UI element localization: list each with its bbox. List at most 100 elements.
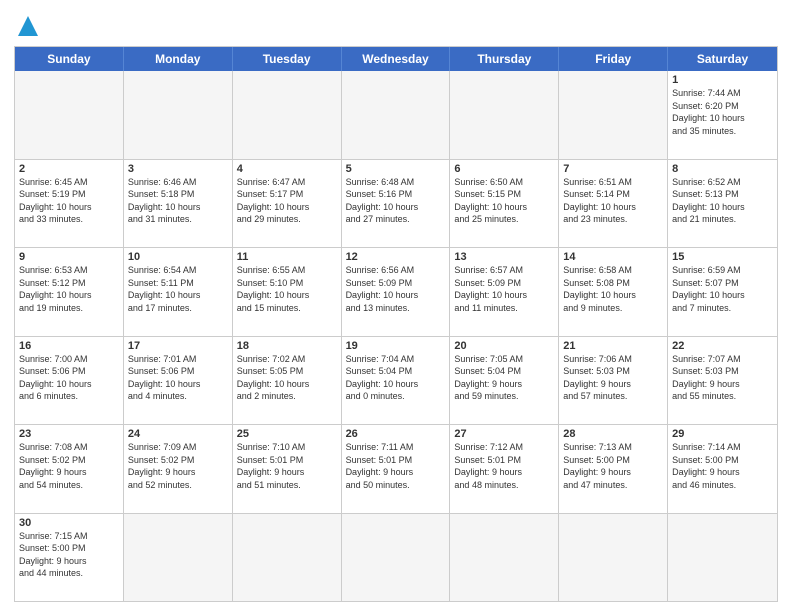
cell-info: Sunrise: 7:14 AM Sunset: 5:00 PM Dayligh…	[672, 441, 773, 491]
day-number: 30	[19, 517, 119, 529]
day-number: 4	[237, 163, 337, 175]
calendar-cell: 8Sunrise: 6:52 AM Sunset: 5:13 PM Daylig…	[668, 160, 777, 248]
cell-info: Sunrise: 6:53 AM Sunset: 5:12 PM Dayligh…	[19, 264, 119, 314]
day-number: 25	[237, 428, 337, 440]
day-number: 12	[346, 251, 446, 263]
cell-info: Sunrise: 7:08 AM Sunset: 5:02 PM Dayligh…	[19, 441, 119, 491]
day-number: 8	[672, 163, 773, 175]
day-number: 18	[237, 340, 337, 352]
calendar-cell: 7Sunrise: 6:51 AM Sunset: 5:14 PM Daylig…	[559, 160, 668, 248]
day-number: 14	[563, 251, 663, 263]
day-header-friday: Friday	[559, 47, 668, 71]
calendar-cell: 17Sunrise: 7:01 AM Sunset: 5:06 PM Dayli…	[124, 337, 233, 425]
cell-info: Sunrise: 7:04 AM Sunset: 5:04 PM Dayligh…	[346, 353, 446, 403]
cell-info: Sunrise: 7:44 AM Sunset: 6:20 PM Dayligh…	[672, 87, 773, 137]
calendar-cell: 18Sunrise: 7:02 AM Sunset: 5:05 PM Dayli…	[233, 337, 342, 425]
calendar-cell	[450, 514, 559, 602]
calendar-row: 16Sunrise: 7:00 AM Sunset: 5:06 PM Dayli…	[15, 337, 777, 426]
cell-info: Sunrise: 7:06 AM Sunset: 5:03 PM Dayligh…	[563, 353, 663, 403]
calendar-cell	[124, 514, 233, 602]
cell-info: Sunrise: 7:15 AM Sunset: 5:00 PM Dayligh…	[19, 530, 119, 580]
day-number: 16	[19, 340, 119, 352]
calendar-cell: 30Sunrise: 7:15 AM Sunset: 5:00 PM Dayli…	[15, 514, 124, 602]
cell-info: Sunrise: 6:47 AM Sunset: 5:17 PM Dayligh…	[237, 176, 337, 226]
day-number: 23	[19, 428, 119, 440]
calendar-cell	[124, 71, 233, 159]
calendar-cell: 27Sunrise: 7:12 AM Sunset: 5:01 PM Dayli…	[450, 425, 559, 513]
page: SundayMondayTuesdayWednesdayThursdayFrid…	[0, 0, 792, 612]
cell-info: Sunrise: 6:54 AM Sunset: 5:11 PM Dayligh…	[128, 264, 228, 314]
day-number: 28	[563, 428, 663, 440]
day-number: 24	[128, 428, 228, 440]
day-number: 5	[346, 163, 446, 175]
cell-info: Sunrise: 6:48 AM Sunset: 5:16 PM Dayligh…	[346, 176, 446, 226]
calendar-row: 2Sunrise: 6:45 AM Sunset: 5:19 PM Daylig…	[15, 160, 777, 249]
calendar-cell: 29Sunrise: 7:14 AM Sunset: 5:00 PM Dayli…	[668, 425, 777, 513]
day-header-sunday: Sunday	[15, 47, 124, 71]
cell-info: Sunrise: 6:51 AM Sunset: 5:14 PM Dayligh…	[563, 176, 663, 226]
calendar-cell: 19Sunrise: 7:04 AM Sunset: 5:04 PM Dayli…	[342, 337, 451, 425]
day-number: 27	[454, 428, 554, 440]
calendar-cell	[233, 71, 342, 159]
calendar-cell: 9Sunrise: 6:53 AM Sunset: 5:12 PM Daylig…	[15, 248, 124, 336]
day-number: 22	[672, 340, 773, 352]
cell-info: Sunrise: 6:57 AM Sunset: 5:09 PM Dayligh…	[454, 264, 554, 314]
calendar-cell: 28Sunrise: 7:13 AM Sunset: 5:00 PM Dayli…	[559, 425, 668, 513]
logo-icon	[14, 12, 42, 40]
calendar-cell: 14Sunrise: 6:58 AM Sunset: 5:08 PM Dayli…	[559, 248, 668, 336]
day-number: 26	[346, 428, 446, 440]
day-number: 15	[672, 251, 773, 263]
cell-info: Sunrise: 7:00 AM Sunset: 5:06 PM Dayligh…	[19, 353, 119, 403]
day-header-saturday: Saturday	[668, 47, 777, 71]
calendar-cell	[559, 514, 668, 602]
cell-info: Sunrise: 7:11 AM Sunset: 5:01 PM Dayligh…	[346, 441, 446, 491]
calendar-cell: 16Sunrise: 7:00 AM Sunset: 5:06 PM Dayli…	[15, 337, 124, 425]
calendar-cell: 13Sunrise: 6:57 AM Sunset: 5:09 PM Dayli…	[450, 248, 559, 336]
day-number: 21	[563, 340, 663, 352]
day-number: 3	[128, 163, 228, 175]
cell-info: Sunrise: 7:05 AM Sunset: 5:04 PM Dayligh…	[454, 353, 554, 403]
calendar-cell: 2Sunrise: 6:45 AM Sunset: 5:19 PM Daylig…	[15, 160, 124, 248]
calendar-cell: 5Sunrise: 6:48 AM Sunset: 5:16 PM Daylig…	[342, 160, 451, 248]
cell-info: Sunrise: 6:58 AM Sunset: 5:08 PM Dayligh…	[563, 264, 663, 314]
calendar-cell: 4Sunrise: 6:47 AM Sunset: 5:17 PM Daylig…	[233, 160, 342, 248]
calendar-cell: 21Sunrise: 7:06 AM Sunset: 5:03 PM Dayli…	[559, 337, 668, 425]
calendar-cell	[342, 71, 451, 159]
calendar-cell: 10Sunrise: 6:54 AM Sunset: 5:11 PM Dayli…	[124, 248, 233, 336]
header	[14, 10, 778, 40]
calendar-cell	[668, 514, 777, 602]
calendar-cell: 11Sunrise: 6:55 AM Sunset: 5:10 PM Dayli…	[233, 248, 342, 336]
cell-info: Sunrise: 7:12 AM Sunset: 5:01 PM Dayligh…	[454, 441, 554, 491]
day-number: 19	[346, 340, 446, 352]
calendar-cell: 26Sunrise: 7:11 AM Sunset: 5:01 PM Dayli…	[342, 425, 451, 513]
cell-info: Sunrise: 6:55 AM Sunset: 5:10 PM Dayligh…	[237, 264, 337, 314]
cell-info: Sunrise: 6:56 AM Sunset: 5:09 PM Dayligh…	[346, 264, 446, 314]
calendar-cell	[342, 514, 451, 602]
day-number: 13	[454, 251, 554, 263]
calendar-cell: 12Sunrise: 6:56 AM Sunset: 5:09 PM Dayli…	[342, 248, 451, 336]
cell-info: Sunrise: 7:13 AM Sunset: 5:00 PM Dayligh…	[563, 441, 663, 491]
cell-info: Sunrise: 7:07 AM Sunset: 5:03 PM Dayligh…	[672, 353, 773, 403]
logo	[14, 10, 45, 40]
day-number: 17	[128, 340, 228, 352]
calendar-cell	[559, 71, 668, 159]
day-number: 11	[237, 251, 337, 263]
calendar-cell: 3Sunrise: 6:46 AM Sunset: 5:18 PM Daylig…	[124, 160, 233, 248]
cell-info: Sunrise: 7:10 AM Sunset: 5:01 PM Dayligh…	[237, 441, 337, 491]
cell-info: Sunrise: 6:45 AM Sunset: 5:19 PM Dayligh…	[19, 176, 119, 226]
day-number: 10	[128, 251, 228, 263]
calendar-cell	[15, 71, 124, 159]
day-header-tuesday: Tuesday	[233, 47, 342, 71]
calendar-row: 9Sunrise: 6:53 AM Sunset: 5:12 PM Daylig…	[15, 248, 777, 337]
calendar-cell: 15Sunrise: 6:59 AM Sunset: 5:07 PM Dayli…	[668, 248, 777, 336]
calendar-cell	[450, 71, 559, 159]
calendar-body: 1Sunrise: 7:44 AM Sunset: 6:20 PM Daylig…	[15, 71, 777, 601]
calendar-cell: 1Sunrise: 7:44 AM Sunset: 6:20 PM Daylig…	[668, 71, 777, 159]
calendar-row: 23Sunrise: 7:08 AM Sunset: 5:02 PM Dayli…	[15, 425, 777, 514]
day-header-wednesday: Wednesday	[342, 47, 451, 71]
day-header-monday: Monday	[124, 47, 233, 71]
cell-info: Sunrise: 6:52 AM Sunset: 5:13 PM Dayligh…	[672, 176, 773, 226]
calendar-cell: 24Sunrise: 7:09 AM Sunset: 5:02 PM Dayli…	[124, 425, 233, 513]
day-number: 9	[19, 251, 119, 263]
calendar-header: SundayMondayTuesdayWednesdayThursdayFrid…	[15, 47, 777, 71]
